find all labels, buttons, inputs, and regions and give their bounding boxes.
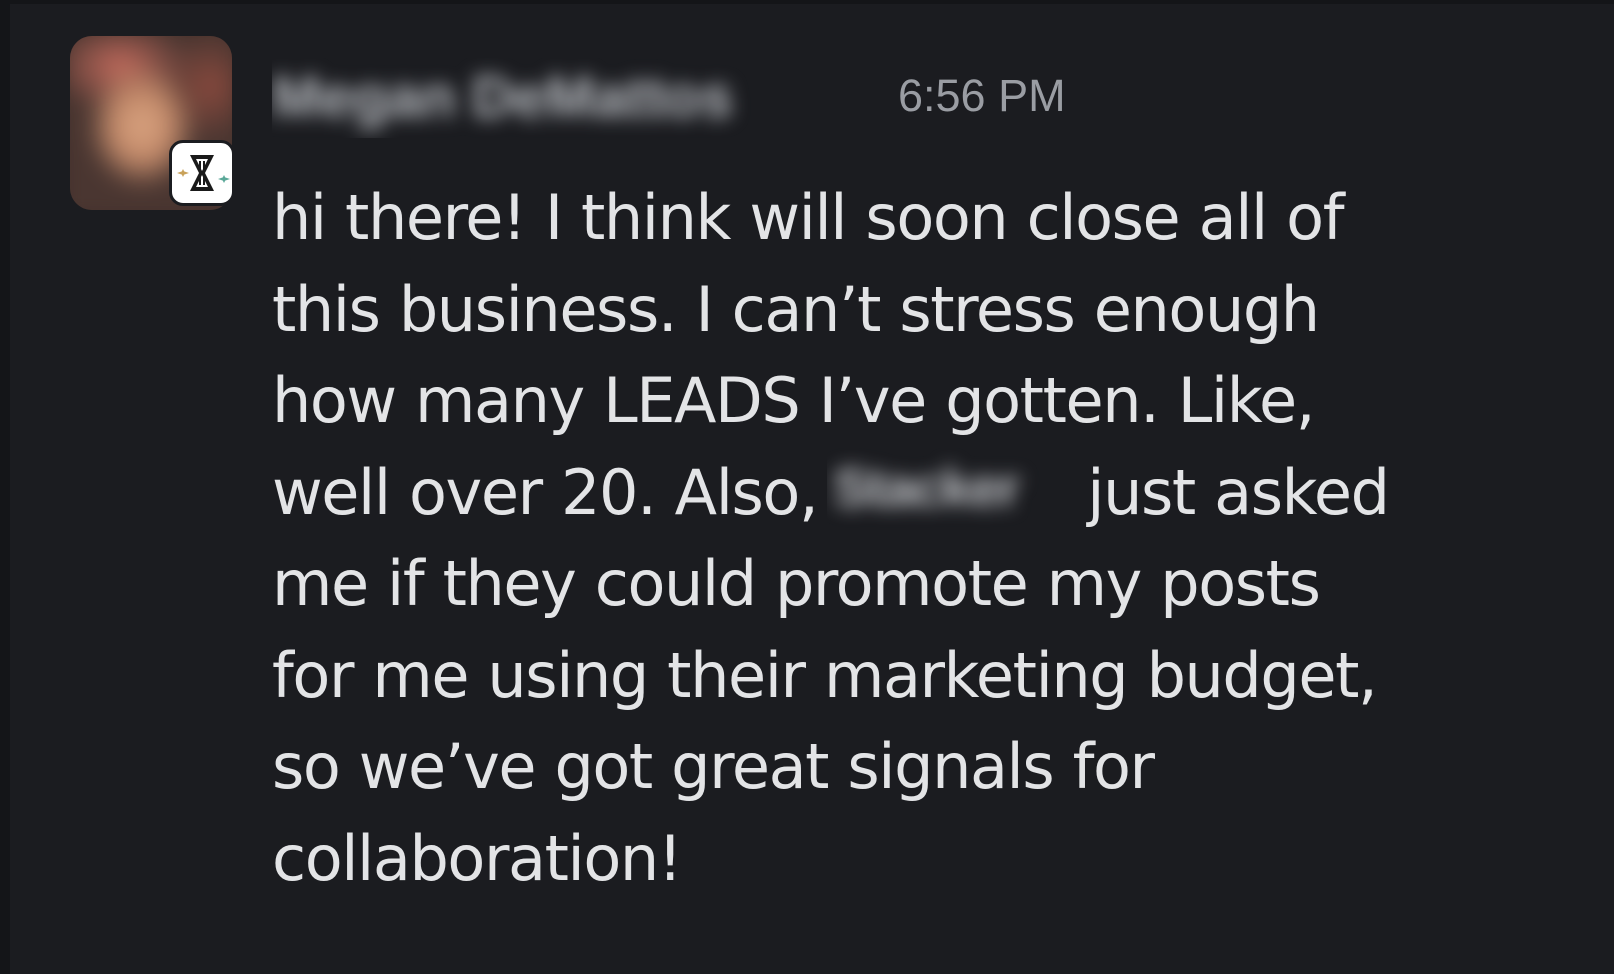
redacted-company-text: Stacker [833,457,1020,518]
message-line: collaboration! [272,821,683,895]
message-line: hi there! I think will soon close all of [272,181,1345,254]
message-line-segment: well over 20. Also, [272,455,819,529]
message-line: how many LEADS I’ve gotten. Like, [272,364,1315,437]
message-line: me if they could promote my posts [272,547,1321,620]
message-timestamp[interactable]: 6:56 PM [898,70,1066,122]
chat-window: Megan DeMattos 6:56 PM hi there! I think… [0,0,1614,974]
message-body: hi there! I think will soon close all of… [272,172,1572,904]
message-line-segment: just asked [1087,455,1390,529]
redacted-company-name: Stacker [827,448,1079,528]
workspace-logo-icon [169,140,235,206]
chat-message: Megan DeMattos 6:56 PM hi there! I think… [0,0,1614,974]
message-line: so we’ve got great signals for [272,730,1155,803]
message-line: for me using their marketing budget, [272,638,1378,712]
sender-name: Megan DeMattos [272,65,733,130]
message-line: this business. I can’t stress enough [272,272,1320,346]
message-line-with-redaction: well over 20. Also, Stacker just asked [272,447,1572,539]
sender-name-redacted[interactable]: Megan DeMattos [272,58,884,138]
